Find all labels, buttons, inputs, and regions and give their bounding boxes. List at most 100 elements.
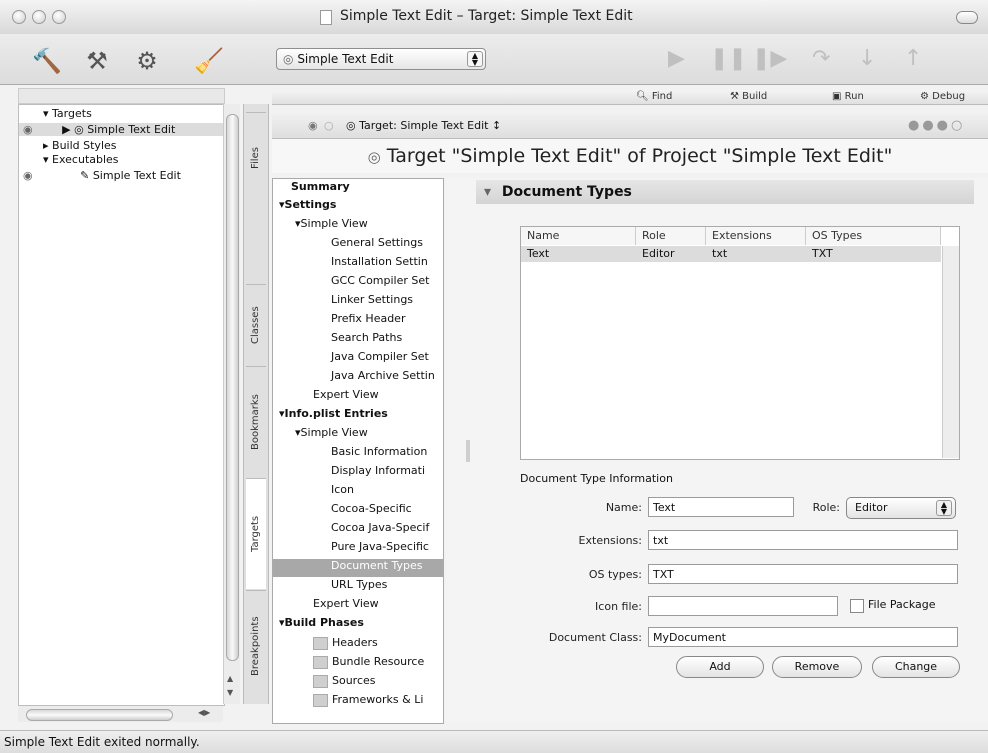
extensions-label: Extensions: [578,534,642,547]
title-bar: Simple Text Edit – Target: Simple Text E… [0,0,988,35]
step-out-icon[interactable]: ↑ [904,46,922,71]
change-button[interactable]: Change [872,656,960,678]
file-history-popup[interactable]: ◎ Target: Simple Text Edit ↕ [346,119,501,132]
nav-item-java-archive-settings[interactable]: Java Archive Settin [331,369,435,382]
continue-icon[interactable]: ❚▶ [752,46,787,71]
table-row[interactable] [521,246,941,262]
nav-item-pure-java-specific[interactable]: Pure Java-Specific [331,540,429,553]
nav-item-build-phases[interactable]: ▾Build Phases [279,616,364,629]
outline-item-executable-simple-text-edit[interactable]: ◉ ✎ Simple Text Edit [23,169,181,182]
find-button[interactable]: 🔍︎ Find [636,91,672,102]
nav-item-simple-view[interactable]: ▾Simple View [295,426,368,439]
nav-item-installation-settings[interactable]: Installation Settin [331,255,428,268]
nav-item-linker-settings[interactable]: Linker Settings [331,293,413,306]
run-icon[interactable]: ▶ [668,46,685,71]
popup-stepper-icon: ▲ ▼ [467,51,483,67]
extensions-field[interactable]: txt [648,530,958,550]
debug-button[interactable]: ⚙ Debug [920,91,965,102]
project-window: Simple Text Edit – Target: Simple Text E… [0,0,988,753]
nav-item-headers[interactable]: Headers [313,636,378,650]
active-target-popup[interactable]: ◎ Simple Text Edit ▲ ▼ [276,48,486,70]
column-header-os-types[interactable]: OS Types [806,227,941,245]
window-title: Simple Text Edit – Target: Simple Text E… [340,8,633,24]
nav-item-cocoa-java-specific[interactable]: Cocoa Java-Specif [331,521,429,534]
target-icon: ◎ [74,123,84,136]
run-button[interactable]: ▣ Run [832,91,864,102]
tab-targets[interactable]: Targets [246,478,266,589]
nav-item-java-compiler-settings[interactable]: Java Compiler Set [331,350,429,363]
os-types-field[interactable]: TXT [648,564,958,584]
tab-breakpoints[interactable]: Breakpoints [246,590,266,701]
split-handle[interactable] [466,440,470,462]
nav-item-settings[interactable]: ▾Settings [279,198,336,211]
outline-item-build-styles[interactable]: ▸ Build Styles [43,139,117,152]
scrollbar-thumb[interactable] [226,114,239,661]
nav-item-cocoa-specific[interactable]: Cocoa-Specific [331,502,412,515]
column-header-name[interactable]: Name [521,227,636,245]
outline-item-executables[interactable]: ▾ Executables [43,153,119,166]
clean-icon[interactable]: 🧹 [192,46,226,76]
zoom-window-button[interactable] [52,10,66,24]
outline-vertical-scrollbar[interactable]: ▲ ▼ [223,104,240,704]
file-package-label: File Package [868,598,936,611]
nav-item-document-types[interactable]: Document Types [273,559,443,577]
step-over-icon[interactable]: ↷ [812,46,830,71]
nav-item-simple-view[interactable]: ▾Simple View [295,217,368,230]
tab-bookmarks[interactable]: Bookmarks [246,366,266,477]
nav-item-prefix-header[interactable]: Prefix Header [331,312,405,325]
remove-button[interactable]: Remove [772,656,862,678]
column-header-role[interactable]: Role [636,227,706,245]
nav-item-url-types[interactable]: URL Types [331,578,387,591]
nav-item-expert-view[interactable]: Expert View [313,597,379,610]
name-field[interactable]: Text [648,497,794,517]
step-into-icon[interactable]: ↓ [858,46,876,71]
nav-item-general-settings[interactable]: General Settings [331,236,423,249]
document-class-field[interactable]: MyDocument [648,627,958,647]
minimize-window-button[interactable] [32,10,46,24]
table-cell: txt [712,247,728,260]
nav-item-search-paths[interactable]: Search Paths [331,331,402,344]
scrollbar-thumb[interactable] [26,709,173,721]
nav-item-info-plist-entries[interactable]: ▾Info.plist Entries [279,407,388,420]
outline-item-target-simple-text-edit[interactable]: ◉ ▶ ◎ Simple Text Edit [19,123,224,136]
pause-icon[interactable]: ❚❚ [710,46,747,71]
section-header-document-types[interactable]: ▾ Document Types [476,180,974,204]
document-proxy-icon[interactable] [320,10,332,25]
editor-action-icons[interactable]: ●●●○ [908,118,965,133]
nav-item-sources[interactable]: Sources [313,674,376,688]
scroll-up-arrow-icon[interactable]: ▲ [227,674,233,683]
nav-item-gcc-compiler-settings[interactable]: GCC Compiler Set [331,274,429,287]
outline-item-targets[interactable]: ▾ Targets [43,107,92,120]
close-window-button[interactable] [12,10,26,24]
tab-classes[interactable]: Classes [246,284,266,365]
scroll-down-arrow-icon[interactable]: ▼ [227,688,233,697]
nav-item-bundle-resources[interactable]: Bundle Resource [313,655,424,669]
scroll-left-right-arrows-icon[interactable]: ◀▶ [198,708,210,717]
table-scrollbar[interactable] [942,246,959,458]
add-button[interactable]: Add [676,656,764,678]
tab-files[interactable]: Files [246,112,266,203]
name-label: Name: [605,501,642,514]
hammer-icon[interactable]: 🔨 [30,46,64,76]
forward-icon[interactable]: ○ [324,119,334,132]
back-icon[interactable]: ◉ [308,119,318,132]
nav-item-display-information[interactable]: Display Informati [331,464,425,477]
icon-file-field[interactable] [648,596,838,616]
build-and-debug-icon[interactable]: ⚙ [130,46,164,76]
build-button[interactable]: ⚒ Build [730,91,767,102]
file-package-checkbox[interactable] [850,599,864,613]
nav-item-icon[interactable]: Icon [331,483,354,496]
nav-item-summary[interactable]: Summary [291,180,350,193]
role-popup[interactable]: Editor ▲ ▼ [846,497,956,519]
nav-item-expert-view[interactable]: Expert View [313,388,379,401]
build-and-run-icon[interactable]: ⚒ [80,46,114,76]
toolbar-toggle-button[interactable] [956,11,978,24]
nav-item-frameworks[interactable]: Frameworks & Li [313,693,423,707]
target-heading: ◎ Target "Simple Text Edit" of Project "… [272,139,988,173]
os-types-label: OS types: [588,568,642,581]
column-header-extensions[interactable]: Extensions [706,227,806,245]
outline-horizontal-scrollbar[interactable]: ◀▶ [18,706,223,722]
nav-item-basic-information[interactable]: Basic Information [331,445,427,458]
status-bar: Simple Text Edit exited normally. [0,730,988,753]
document-types-table: Name Role Extensions OS Types Text Edito… [520,226,960,460]
